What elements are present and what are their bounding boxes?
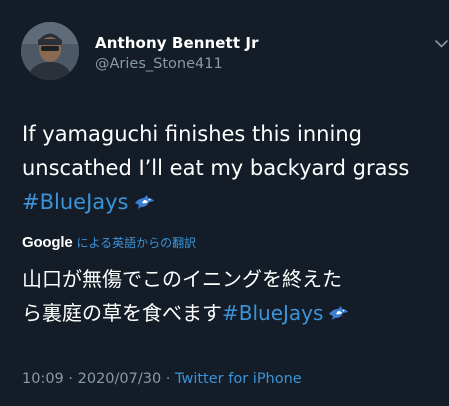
translated-text-line: ら裏庭の草を食べます xyxy=(22,301,222,325)
blue-jays-logo-icon xyxy=(329,306,349,320)
hashtag-link[interactable]: #BlueJays xyxy=(22,190,129,214)
tweet-source-link[interactable]: Twitter for iPhone xyxy=(175,371,302,387)
hashtag-link[interactable]: #BlueJays xyxy=(222,301,323,325)
tweet-date: 2020/07/30 xyxy=(77,371,162,387)
avatar[interactable] xyxy=(21,22,79,80)
tweet-text: If yamaguchi finishes this inning unscat… xyxy=(22,117,442,219)
google-logo: Google xyxy=(22,234,73,251)
translated-text: 山口が無傷でこのイニングを終えた ら裏庭の草を食べます#BlueJays xyxy=(22,262,447,330)
author-name[interactable]: Anthony Bennett Jr xyxy=(95,34,259,52)
author-handle[interactable]: @Aries_Stone411 xyxy=(95,56,223,72)
tweet-time: 10:09 xyxy=(22,371,64,387)
separator: · xyxy=(63,371,78,387)
tweet-text-line: If yamaguchi finishes this inning xyxy=(22,122,362,146)
tweet-card: Anthony Bennett Jr @Aries_Stone411 If ya… xyxy=(0,0,449,406)
translation-attribution: Google による英語からの翻訳 xyxy=(22,232,196,252)
translation-label[interactable]: による英語からの翻訳 xyxy=(76,236,196,250)
translated-text-line: 山口が無傷でこのイニングを終えた xyxy=(22,267,342,291)
blue-jays-logo-icon xyxy=(134,195,154,209)
tweet-metadata: 10:09 · 2020/07/30 · Twitter for iPhone xyxy=(22,371,302,387)
tweet-text-line: unscathed I’ll eat my backyard grass xyxy=(22,156,410,180)
separator: · xyxy=(161,371,176,387)
chevron-down-icon[interactable] xyxy=(434,37,449,51)
